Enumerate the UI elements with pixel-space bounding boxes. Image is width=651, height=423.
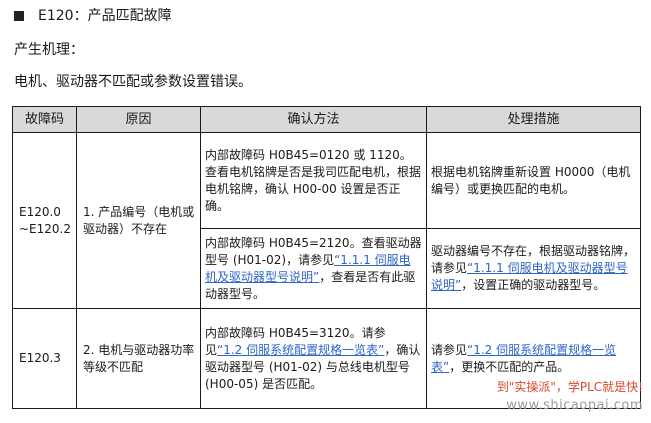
watermark-url: www.shicaopai.com (506, 398, 643, 413)
method-cell: 内部故障码 H0B45=3120。请参见“1.2 伺服系统配置规格一览表”，确认… (200, 308, 427, 409)
header-cause: 原因 (76, 106, 201, 133)
action-text-post: ，设置正确的驱动器型号。 (461, 278, 606, 292)
cause-cell: 1. 产品编号（电机或驱动器）不存在 (76, 132, 201, 309)
heading-text: E120：产品匹配故障 (38, 8, 172, 24)
table-header-row: 故障码 原因 确认方法 处理措施 (12, 106, 641, 133)
fault-code-cell: E120.3 (12, 308, 77, 409)
header-confirm-method: 确认方法 (200, 106, 427, 133)
header-fault-code: 故障码 (12, 106, 77, 133)
table-row: E120.0 ~E120.2 1. 产品编号（电机或驱动器）不存在 内部故障码 … (12, 132, 641, 309)
mechanism-text: 电机、驱动器不匹配或参数设置错误。 (14, 74, 252, 90)
fault-code-cell: E120.0 ~E120.2 (12, 132, 77, 309)
action-text-pre: 请参见 (431, 342, 468, 357)
fault-table: 故障码 原因 确认方法 处理措施 E120.0 ~E120.2 1. 产品编号（… (12, 106, 641, 409)
watermark-slogan: 到"实操派"，学PLC就是快! (496, 380, 643, 394)
square-bullet-icon (14, 11, 24, 21)
method-cell: 内部故障码 H0B45=0120 或 1120。查看电机铭牌是否是我司匹配电机，… (200, 132, 427, 229)
cause-cell: 2. 电机与驱动器功率等级不匹配 (76, 308, 201, 409)
mechanism-label: 产生机理： (14, 42, 84, 58)
method-cell: 内部故障码 H0B45=2120。查看驱动器型号 (H01-02)，请参见“1.… (200, 228, 427, 309)
header-action: 处理措施 (426, 106, 641, 133)
section-heading: E120：产品匹配故障 (14, 6, 172, 26)
config-table-link[interactable]: “1.2 伺服系统配置规格一览表” (217, 343, 384, 357)
action-cell: 根据电机铭牌重新设置 H0000（电机编号）或更换匹配的电机。 (426, 132, 641, 229)
action-text-post: ，更换不匹配的产品。 (449, 359, 570, 374)
action-cell: 驱动器编号不存在，根据驱动器铭牌，请参见“1.1.1 伺服电机及驱动器型号说明”… (426, 228, 641, 309)
